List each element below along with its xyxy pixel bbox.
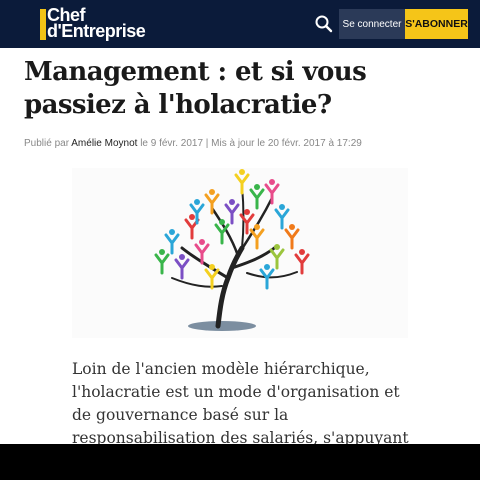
page: Chef d'Entreprise Se connecter S'ABONNER… xyxy=(0,0,480,480)
subscribe-button[interactable]: S'ABONNER xyxy=(405,9,468,39)
site-logo[interactable]: Chef d'Entreprise xyxy=(40,6,150,42)
meta-prefix: Publié par xyxy=(24,138,70,149)
login-button[interactable]: Se connecter xyxy=(339,9,405,39)
tree-illustration xyxy=(154,169,310,331)
bottom-bar xyxy=(0,444,480,480)
author-link[interactable]: Amélie Moynot xyxy=(71,138,137,149)
meta-dates: le 9 févr. 2017 | Mis à jour le 20 févr.… xyxy=(140,138,362,149)
site-header: Chef d'Entreprise Se connecter S'ABONNER xyxy=(0,0,480,48)
article-illustration xyxy=(72,168,408,338)
logo-text: Chef d'Entreprise xyxy=(47,6,146,41)
logo-bar xyxy=(40,9,46,40)
logo-line-2: d'Entreprise xyxy=(47,21,146,41)
search-icon[interactable] xyxy=(312,12,336,36)
article-title: Management : et si vous passiez à l'hola… xyxy=(24,57,367,120)
article-meta: Publié par Amélie Moynot le 9 févr. 2017… xyxy=(24,138,362,149)
